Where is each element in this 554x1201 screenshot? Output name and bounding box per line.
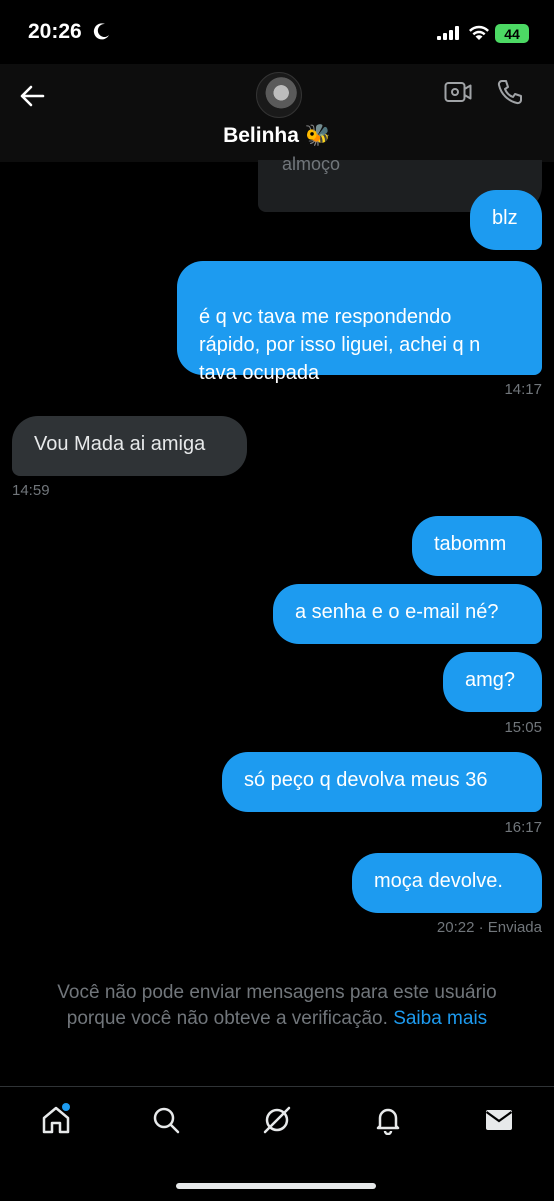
- sent-message[interactable]: é q vc tava me respondendo rápido, por i…: [177, 261, 542, 384]
- message-timestamp: 16:17: [504, 819, 542, 836]
- mail-icon[interactable]: [484, 1105, 514, 1135]
- battery-indicator: 44: [495, 24, 529, 43]
- message-timestamp: 14:17: [504, 381, 542, 398]
- phone-call-icon[interactable]: [496, 78, 524, 106]
- video-call-icon[interactable]: [444, 80, 472, 104]
- sent-message[interactable]: amg?: [443, 652, 542, 712]
- sent-message[interactable]: tabomm: [412, 516, 542, 576]
- message-text: tabomm: [434, 533, 507, 555]
- message-text: blz: [492, 207, 518, 229]
- search-icon[interactable]: [151, 1105, 181, 1135]
- message-text: só peço q devolva meus 36: [244, 769, 488, 791]
- partial-message-text: almoço: [282, 154, 341, 174]
- message-text: amg?: [465, 669, 516, 691]
- message-text: Vou Mada ai amiga: [34, 433, 206, 455]
- home-indicator: [176, 1183, 376, 1189]
- notice-line-1: Você não pode enviar mensagens para este…: [57, 982, 497, 1003]
- signal-icon: [437, 26, 459, 40]
- back-arrow-icon[interactable]: [18, 82, 46, 110]
- status-bar: 20:26 44: [0, 0, 554, 64]
- sent-message[interactable]: só peço q devolva meus 36: [222, 752, 542, 812]
- bell-icon[interactable]: [373, 1105, 403, 1135]
- notice-line-2-text: porque você não obteve a verificação.: [66, 1008, 388, 1029]
- home-notification-dot: [62, 1103, 70, 1111]
- grok-icon[interactable]: [262, 1105, 292, 1135]
- sent-message[interactable]: blz: [470, 190, 542, 250]
- message-timestamp: 15:05: [504, 719, 542, 736]
- message-timestamp: 14:59: [12, 482, 50, 499]
- learn-more-link[interactable]: Saiba mais: [393, 1008, 487, 1029]
- message-text: é q vc tava me respondendo rápido, por i…: [199, 306, 481, 384]
- message-timestamp-sent-status: 20:22 · Enviada: [436, 919, 542, 936]
- notice-line-2: porque você não obteve a verificação. Sa…: [0, 1006, 554, 1032]
- dm-restriction-notice: Você não pode enviar mensagens para este…: [0, 980, 554, 1032]
- wifi-icon: [469, 25, 489, 40]
- sent-message[interactable]: moça devolve.: [352, 853, 542, 913]
- chat-header: Belinha 🐝: [0, 64, 554, 162]
- sent-message[interactable]: a senha e o e-mail né?: [273, 584, 542, 644]
- status-time: 20:26: [28, 20, 82, 43]
- moon-icon: [93, 23, 109, 40]
- avatar[interactable]: [256, 72, 302, 118]
- contact-name[interactable]: Belinha 🐝: [0, 124, 554, 148]
- received-message[interactable]: Vou Mada ai amiga: [12, 416, 247, 476]
- message-text: a senha e o e-mail né?: [295, 601, 499, 623]
- message-text: moça devolve.: [374, 870, 503, 892]
- battery-level: 44: [504, 25, 520, 42]
